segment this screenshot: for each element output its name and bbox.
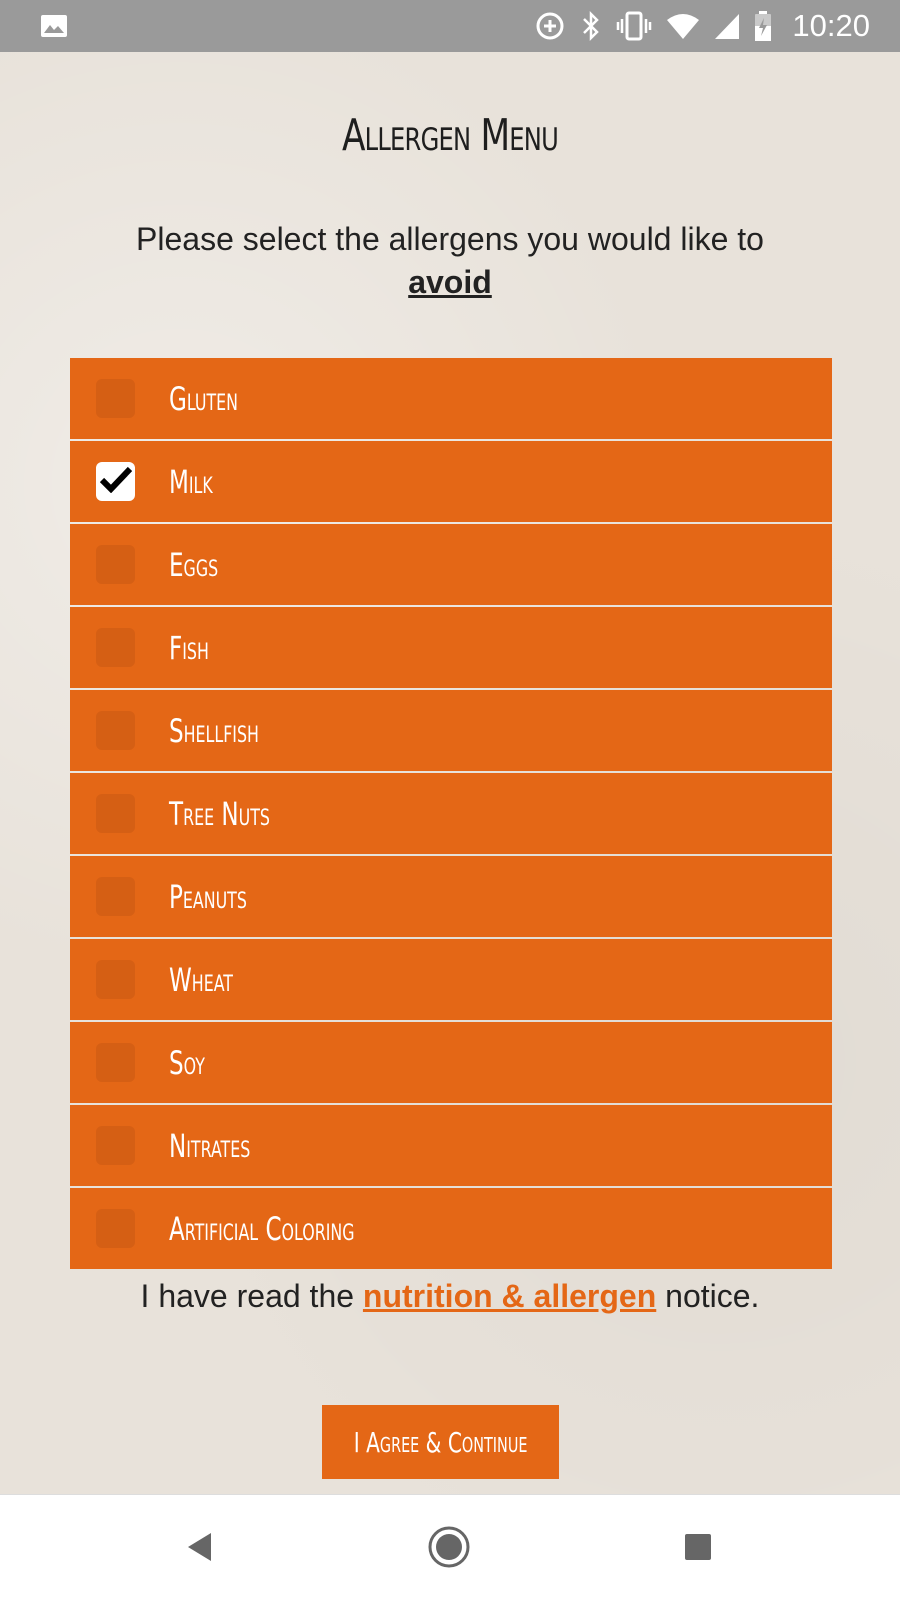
- signal-icon: [714, 12, 740, 40]
- back-icon[interactable]: [170, 1517, 230, 1577]
- data-saver-icon: [534, 10, 566, 42]
- allergen-row[interactable]: Fish: [70, 607, 832, 688]
- notice-suffix: notice.: [665, 1278, 760, 1314]
- battery-icon: [754, 10, 772, 42]
- checkbox-unchecked[interactable]: [96, 379, 135, 418]
- status-left: [40, 14, 68, 38]
- status-right: 10:20: [534, 8, 870, 44]
- allergen-row[interactable]: Nitrates: [70, 1105, 832, 1186]
- allergen-label: Fish: [169, 628, 209, 667]
- home-icon[interactable]: [419, 1517, 479, 1577]
- checkbox-unchecked[interactable]: [96, 711, 135, 750]
- allergen-list: Gluten Milk Eggs Fish Shellfish Tree Nuts Pean…: [70, 358, 832, 1271]
- checkbox-unchecked[interactable]: [96, 1126, 135, 1165]
- agree-continue-label: I Agree & Continue: [353, 1425, 528, 1459]
- checkbox-unchecked[interactable]: [96, 1209, 135, 1248]
- allergen-row[interactable]: Artificial Coloring: [70, 1188, 832, 1269]
- allergen-label: Gluten: [169, 379, 239, 418]
- allergen-row[interactable]: Gluten: [70, 358, 832, 439]
- checkbox-unchecked[interactable]: [96, 960, 135, 999]
- recents-icon[interactable]: [668, 1517, 728, 1577]
- checkmark-icon: [99, 465, 132, 498]
- allergen-row[interactable]: Soy: [70, 1022, 832, 1103]
- allergen-label: Soy: [169, 1043, 205, 1082]
- page-title: Allergen Menu: [341, 110, 559, 161]
- wifi-icon: [666, 12, 700, 40]
- allergen-row[interactable]: Eggs: [70, 524, 832, 605]
- allergen-row[interactable]: Tree Nuts: [70, 773, 832, 854]
- allergen-row[interactable]: Wheat: [70, 939, 832, 1020]
- checkbox-unchecked[interactable]: [96, 545, 135, 584]
- checkbox-unchecked[interactable]: [96, 628, 135, 667]
- allergen-label: Shellfish: [169, 711, 259, 750]
- allergen-screen: Allergen Menu Please select the allergen…: [0, 52, 900, 1494]
- allergen-row[interactable]: Peanuts: [70, 856, 832, 937]
- allergen-label: Milk: [169, 462, 213, 501]
- instruction-text: Please select the allergens you would li…: [70, 218, 830, 304]
- checkbox-checked[interactable]: [96, 462, 135, 501]
- checkbox-unchecked[interactable]: [96, 1043, 135, 1082]
- checkbox-unchecked[interactable]: [96, 877, 135, 916]
- vibrate-icon: [616, 11, 652, 41]
- notice-text: I have read the nutrition & allergen not…: [0, 1278, 900, 1315]
- image-icon: [40, 14, 68, 38]
- allergen-label: Nitrates: [169, 1126, 251, 1165]
- notice-prefix: I have read the: [140, 1278, 355, 1314]
- allergen-label: Wheat: [169, 960, 233, 999]
- allergen-label: Peanuts: [169, 877, 247, 916]
- allergen-label: Tree Nuts: [169, 794, 270, 833]
- navigation-bar: [0, 1494, 900, 1600]
- allergen-label: Artificial Coloring: [169, 1209, 355, 1248]
- status-bar: 10:20: [0, 0, 900, 52]
- checkbox-unchecked[interactable]: [96, 794, 135, 833]
- agree-continue-button[interactable]: I Agree & Continue: [322, 1405, 559, 1479]
- allergen-row[interactable]: Shellfish: [70, 690, 832, 771]
- allergen-row[interactable]: Milk: [70, 441, 832, 522]
- instruction-emphasis: avoid: [408, 264, 492, 300]
- instruction-line: Please select the allergens you would li…: [136, 221, 764, 257]
- bluetooth-icon: [580, 10, 602, 42]
- nutrition-allergen-link[interactable]: nutrition & allergen: [363, 1278, 656, 1314]
- allergen-label: Eggs: [169, 545, 219, 584]
- status-time: 10:20: [792, 8, 870, 43]
